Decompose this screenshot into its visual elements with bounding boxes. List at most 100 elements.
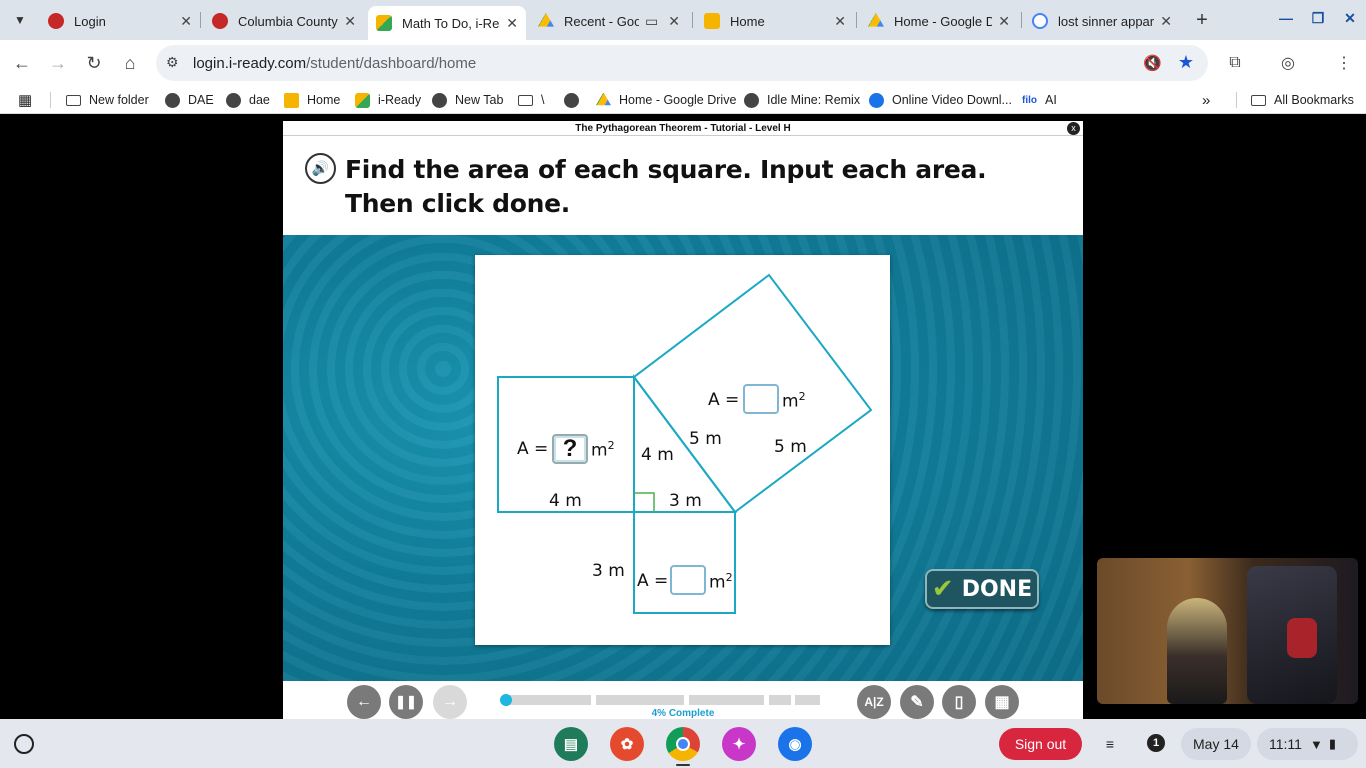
tab-separator — [856, 12, 857, 28]
close-tab-icon[interactable]: ✕ — [1160, 13, 1172, 30]
close-tab-icon[interactable]: ✕ — [180, 13, 192, 30]
google-classroom-icon — [284, 92, 299, 108]
checkmark-icon: ✔ — [931, 574, 954, 604]
tab-separator — [1021, 12, 1022, 28]
globe-icon — [564, 92, 579, 108]
pythagorean-figure-card: A = ? m2 4 m 4 m 3 m 3 m A = m2 A = m2 5… — [475, 255, 890, 645]
bookmark-online-video-downloader[interactable]: Online Video Downl... — [869, 90, 1012, 110]
apps-grid-icon[interactable]: ▦ — [18, 90, 32, 110]
globe-icon — [432, 92, 447, 108]
hyp-area-label: A = — [708, 390, 740, 410]
google-classroom-icon — [704, 13, 720, 29]
reload-icon[interactable]: ↻ — [82, 51, 106, 75]
wifi-icon: ▼ — [1309, 736, 1323, 752]
notification-badge[interactable]: 1 — [1147, 734, 1165, 752]
bookmark-iready[interactable]: i-Ready — [355, 90, 421, 110]
close-tab-icon[interactable]: ✕ — [668, 13, 680, 30]
folder-icon — [518, 94, 533, 106]
tab-recent-google[interactable]: Recent - Google ▭ ✕ — [530, 6, 688, 36]
site-info-icon[interactable]: ⚙ — [166, 54, 179, 71]
canvas-app-icon[interactable]: ✦ — [722, 727, 756, 761]
bookmark-home-google-drive[interactable]: Home - Google Drive — [596, 90, 736, 110]
google-drive-icon — [596, 92, 611, 106]
url-text[interactable]: login.i-ready.com/student/dashboard/home — [193, 55, 476, 72]
launcher-circle-icon[interactable] — [14, 734, 34, 754]
media-playlist-icon[interactable]: ≡ — [1098, 732, 1122, 756]
tab-title: Login — [74, 13, 106, 29]
left-area-unit: m2 — [591, 439, 615, 461]
globe-icon — [165, 92, 180, 108]
tab-home[interactable]: Home ✕ — [696, 6, 854, 36]
bottom-area-label: A = — [637, 571, 669, 591]
minimize-icon[interactable]: — — [1276, 8, 1296, 28]
bottom-square-side-label: 3 m — [592, 561, 625, 581]
done-button[interactable]: ✔ DONE — [925, 569, 1039, 609]
tab-columbia-county[interactable]: Columbia County ✕ — [204, 6, 364, 36]
close-tab-icon[interactable]: ✕ — [834, 13, 846, 30]
bookmark-home[interactable]: Home — [284, 90, 340, 110]
classroom-app-icon[interactable]: ▤ — [554, 727, 588, 761]
chrome-app-icon[interactable] — [666, 727, 700, 761]
tab-math-to-do-iready[interactable]: Math To Do, i-Ready ✕ — [368, 6, 526, 40]
home-icon[interactable]: ⌂ — [118, 51, 142, 75]
pencil-icon[interactable]: ✎ — [900, 685, 934, 719]
date-pill[interactable]: May 14 — [1181, 728, 1251, 760]
bookmark-backslash-folder[interactable]: \ — [518, 90, 544, 110]
bookmark-new-tab[interactable]: New Tab — [432, 90, 503, 110]
notepad-icon[interactable]: ▯ — [942, 685, 976, 719]
bookmark-idle-mine[interactable]: Idle Mine: Remix — [744, 90, 860, 110]
hyp-square-side-label: 5 m — [774, 437, 807, 457]
picture-in-picture-video[interactable] — [1097, 558, 1358, 704]
progress-segment — [769, 695, 791, 705]
glossary-az-icon[interactable]: A|Z — [857, 685, 891, 719]
menu-kebab-icon[interactable]: ⋮ — [1333, 52, 1355, 74]
bookmark-dae-upper[interactable]: DAE — [165, 90, 214, 110]
screenshot-icon[interactable]: ◎ — [1277, 52, 1299, 74]
tab-muted-icon[interactable]: 🔇 — [1143, 54, 1162, 72]
extensions-icon[interactable]: ⧉ — [1224, 52, 1246, 74]
paint-app-icon[interactable]: ✿ — [610, 727, 644, 761]
speaker-audio-icon[interactable]: 🔊 — [305, 153, 336, 184]
instruction-text: Find the area of each square. Input each… — [345, 153, 987, 221]
google-drive-icon — [868, 13, 884, 27]
left-area-input[interactable]: ? — [552, 434, 588, 464]
cast-icon: ▭ — [645, 12, 659, 29]
hyp-area-input[interactable] — [743, 384, 779, 414]
close-window-icon[interactable]: ✕ — [1340, 8, 1360, 28]
bookmark-divider — [50, 92, 51, 108]
bookmark-star-icon[interactable]: ★ — [1178, 52, 1194, 73]
bottom-square — [633, 511, 736, 614]
bookmark-ai[interactable]: filo AI — [1022, 90, 1057, 110]
tab-title: lost sinner apparel — [1058, 13, 1155, 29]
tab-title: Recent - Google — [564, 13, 640, 29]
bookmark-untitled[interactable] — [564, 90, 587, 110]
bookmark-dae-lower[interactable]: dae — [226, 90, 270, 110]
back-arrow-icon[interactable]: ← — [10, 51, 34, 75]
bookmark-new-folder[interactable]: New folder — [66, 90, 149, 110]
forward-arrow-icon[interactable]: → — [46, 51, 70, 75]
sign-out-button[interactable]: Sign out — [999, 728, 1082, 760]
lesson-title: The Pythagorean Theorem - Tutorial - Lev… — [283, 121, 1083, 136]
tab-lost-sinner-apparel[interactable]: lost sinner apparel ✕ — [1024, 6, 1180, 36]
close-tab-icon[interactable]: ✕ — [344, 13, 356, 30]
close-tab-icon[interactable]: ✕ — [998, 13, 1010, 30]
browser-toolbar: ← → ↻ ⌂ ⚙ login.i-ready.com/student/dash… — [0, 40, 1366, 86]
calculator-icon[interactable]: ▦ — [985, 685, 1019, 719]
bottom-area-input[interactable] — [670, 565, 706, 595]
tab-search-chevron-icon[interactable]: ▼ — [8, 8, 32, 32]
status-tray[interactable]: 11:11 ▼ ▮ — [1257, 728, 1358, 760]
tab-home-google-drive[interactable]: Home - Google Drive ✕ — [860, 6, 1018, 36]
progress-segment — [689, 695, 764, 705]
bookmark-all-bookmarks[interactable]: All Bookmarks — [1251, 90, 1354, 110]
instruction-line-1: Find the area of each square. Input each… — [345, 155, 987, 184]
camera-app-icon[interactable]: ◉ — [778, 727, 812, 761]
more-bookmarks-chevron-icon[interactable]: » — [1202, 90, 1210, 110]
close-tab-icon[interactable]: ✕ — [506, 15, 518, 32]
restore-icon[interactable]: ❐ — [1308, 8, 1328, 28]
address-bar[interactable]: ⚙ login.i-ready.com/student/dashboard/ho… — [156, 45, 1208, 81]
new-tab-button[interactable]: + — [1190, 8, 1214, 32]
hypotenuse-label: 5 m — [689, 429, 722, 449]
close-lesson-icon[interactable]: x — [1067, 122, 1080, 135]
hyp-area-unit: m2 — [782, 390, 806, 412]
tab-login[interactable]: Login ✕ — [40, 6, 200, 36]
